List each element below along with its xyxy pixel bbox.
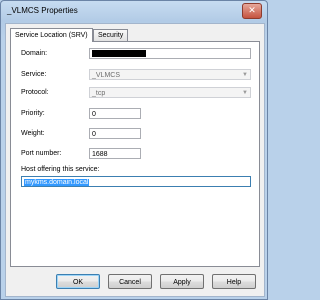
domain-field[interactable] — [89, 48, 251, 59]
close-button[interactable]: ✕ — [242, 3, 262, 19]
service-label: Service: — [21, 71, 47, 78]
dialog-client: Service Location (SRV) Security Domain: … — [5, 23, 265, 297]
host-value: mykms.domain.local — [24, 179, 90, 186]
tab-panel: Domain: Service: _VLMCS ▼ Protocol: _tcp… — [10, 41, 260, 267]
protocol-label: Protocol: — [21, 89, 49, 96]
redacted-domain — [92, 50, 146, 57]
properties-window: _VLMCS Properties ✕ Service Location (SR… — [0, 0, 268, 300]
cancel-button[interactable]: Cancel — [108, 274, 152, 289]
port-label: Port number: — [21, 150, 62, 157]
help-button[interactable]: Help — [212, 274, 256, 289]
domain-label: Domain: — [21, 50, 48, 57]
ok-button[interactable]: OK — [56, 274, 100, 289]
host-field[interactable]: mykms.domain.local — [21, 176, 251, 187]
service-select[interactable]: _VLMCS ▼ — [89, 69, 251, 80]
chevron-down-icon: ▼ — [242, 90, 248, 96]
host-label: Host offering this service: — [21, 166, 100, 173]
priority-field[interactable]: 0 — [89, 108, 141, 119]
service-value: _VLMCS — [92, 72, 121, 79]
apply-button[interactable]: Apply — [160, 274, 204, 289]
tab-service-location[interactable]: Service Location (SRV) — [10, 28, 93, 42]
protocol-select[interactable]: _tcp ▼ — [89, 87, 251, 98]
weight-field[interactable]: 0 — [89, 128, 141, 139]
close-icon: ✕ — [248, 5, 256, 15]
port-field[interactable]: 1688 — [89, 148, 141, 159]
window-title: _VLMCS Properties — [7, 6, 78, 15]
title-bar[interactable]: _VLMCS Properties ✕ — [1, 1, 267, 21]
chevron-down-icon: ▼ — [242, 72, 248, 78]
weight-label: Weight: — [21, 130, 45, 137]
tab-security[interactable]: Security — [93, 29, 129, 41]
protocol-value: _tcp — [92, 90, 106, 97]
priority-label: Priority: — [21, 110, 45, 117]
